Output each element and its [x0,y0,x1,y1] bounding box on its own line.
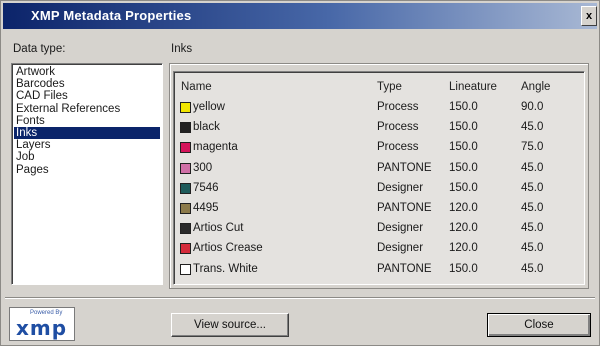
ink-swatch-icon [180,223,191,235]
ink-row-type: Designer [377,242,424,255]
ink-row-angle: 45.0 [521,121,544,134]
ink-swatch-icon [180,102,191,113]
ink-row-lineature: 150.0 [449,161,478,174]
data-type-item-cad-files[interactable]: CAD Files [14,90,160,102]
ink-row-name[interactable]: 300 [193,160,212,176]
view-source-button[interactable]: View source... [171,313,289,337]
data-type-item-pages[interactable]: Pages [14,164,160,176]
data-type-item-barcodes[interactable]: Barcodes [14,78,160,90]
ink-row-name[interactable]: yellow [193,99,225,115]
close-icon[interactable]: x [581,6,597,26]
ink-row-name[interactable]: 7546 [193,180,219,196]
data-type-item-job[interactable]: Job [14,151,160,163]
ink-swatch-icon [180,263,191,275]
ink-swatch-icon [180,162,191,174]
ink-row-angle: 90.0 [521,101,544,113]
data-type-item-layers[interactable]: Layers [14,139,160,151]
ink-row-name[interactable]: magenta [193,139,238,155]
ink-row-name[interactable]: Artios Cut [193,220,244,236]
data-type-label: Data type: [13,43,66,55]
ink-row-type: Designer [377,222,424,235]
ink-row-lineature: 150.0 [449,121,478,134]
ink-swatch-icon [180,142,191,154]
xmp-properties-window: XMP Metadata Properties x Data type: Ink… [0,0,600,346]
ink-row-lineature: 120.0 [449,202,478,214]
ink-row-type: Process [377,121,419,134]
logo-mark: xmp [16,316,68,340]
ink-row-lineature: 120.0 [449,242,478,255]
column-header-type[interactable]: Type [377,81,402,93]
ink-row-type: PANTONE [377,262,432,275]
ink-row-type: Designer [377,181,424,194]
close-button[interactable]: Close [487,313,591,337]
data-type-item-fonts[interactable]: Fonts [14,115,160,127]
ink-swatch-icon [180,203,191,214]
ink-row-angle: 45.0 [521,181,544,194]
footer-divider [5,297,595,299]
ink-row-angle: 45.0 [521,222,544,235]
ink-row-name[interactable]: Artios Crease [193,240,263,256]
ink-row-type: PANTONE [377,202,432,214]
ink-row-lineature: 150.0 [449,101,478,113]
ink-row-lineature: 120.0 [449,222,478,235]
ink-row-lineature: 150.0 [449,262,478,275]
ink-swatch-icon [180,243,191,255]
ink-row-angle: 45.0 [521,242,544,255]
column-header-lineature[interactable]: Lineature [449,81,497,93]
window-title: XMP Metadata Properties [31,8,192,23]
title-bar[interactable]: XMP Metadata Properties x [3,3,597,29]
ink-swatch-icon [180,122,191,134]
ink-row-angle: 45.0 [521,202,544,214]
data-type-item-artwork[interactable]: Artwork [14,66,160,78]
ink-row-name[interactable]: black [193,119,220,135]
ink-swatch-icon [180,182,191,194]
data-type-list[interactable]: Artwork Barcodes CAD Files External Referen… [11,63,163,285]
data-type-item-inks[interactable]: Inks [14,127,160,139]
ink-row-name[interactable]: 4495 [193,200,219,216]
column-header-angle[interactable]: Angle [521,81,550,93]
ink-row-type: Process [377,101,419,113]
data-type-item-external-references[interactable]: External References [14,103,160,115]
column-header-name[interactable]: Name [181,81,212,93]
ink-row-lineature: 150.0 [449,141,478,154]
section-label: Inks [171,43,193,55]
ink-row-type: PANTONE [377,161,432,174]
ink-row-lineature: 150.0 [449,181,478,194]
ink-row-angle: 45.0 [521,161,544,174]
ink-row-name[interactable]: Trans. White [193,261,258,277]
ink-row-angle: 45.0 [521,262,544,275]
xmp-logo: Powered By xmp [9,307,75,341]
ink-row-angle: 75.0 [521,141,544,154]
ink-row-type: Process [377,141,419,154]
